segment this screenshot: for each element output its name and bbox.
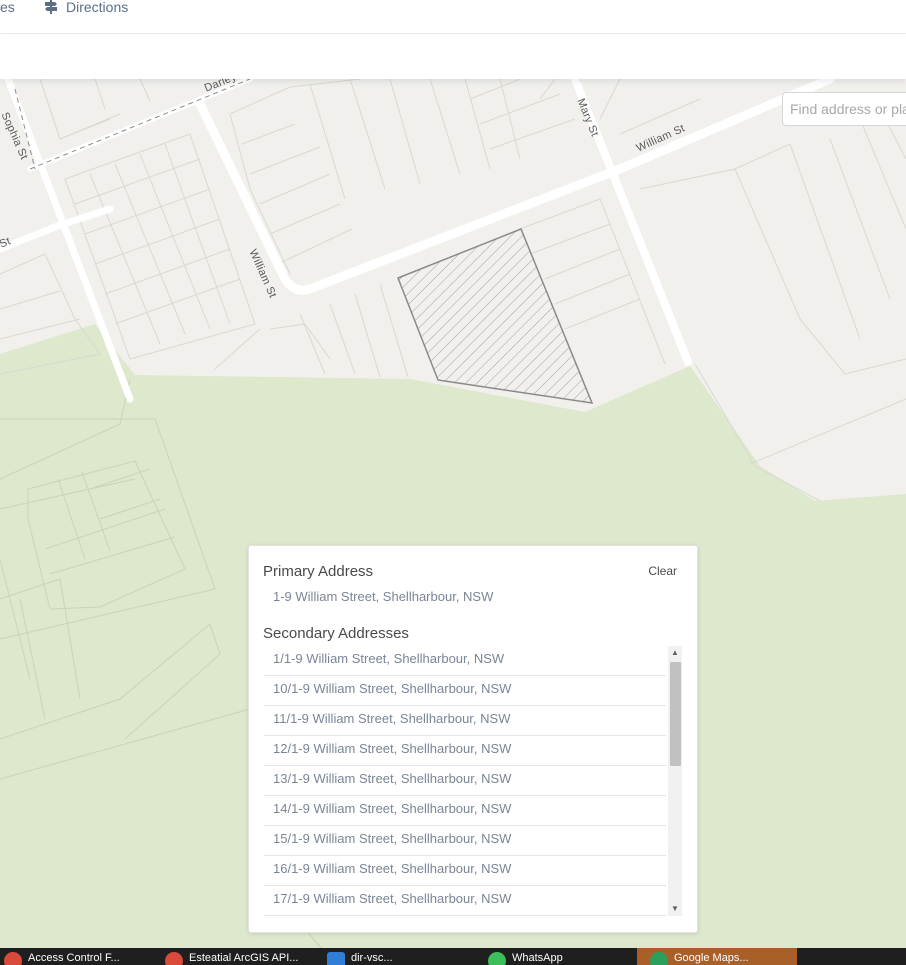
directions-link[interactable]: Directions (44, 0, 128, 14)
taskbar-item[interactable]: Access Control F... (4, 952, 120, 965)
scroll-up-arrow-icon[interactable]: ▲ (668, 646, 682, 660)
primary-address-value: 1-9 William Street, Shellharbour, NSW (273, 589, 494, 604)
clear-button[interactable]: Clear (648, 564, 677, 578)
taskbar-item[interactable]: dir-vsc... (327, 952, 393, 965)
primary-address-title: Primary Address (263, 563, 374, 580)
address-panel: Primary Address Clear 1-9 William Street… (248, 545, 698, 933)
list-item[interactable]: 12/1-9 William Street, Shellharbour, NSW (264, 736, 666, 766)
list-item[interactable]: 13/1-9 William Street, Shellharbour, NSW (264, 766, 666, 796)
top-navigation-bar: es Directions (0, 0, 906, 34)
taskbar-item[interactable]: WhatsApp (488, 952, 563, 965)
vscode-icon (327, 952, 345, 965)
list-item[interactable]: 1/1-9 William Street, Shellharbour, NSW (264, 646, 666, 676)
chrome-icon (165, 952, 183, 965)
directions-label: Directions (66, 0, 129, 15)
secondary-address-list-container: 1/1-9 William Street, Shellharbour, NSW … (264, 646, 684, 916)
list-item[interactable]: 11/1-9 William Street, Shellharbour, NSW (264, 706, 666, 736)
selected-parcel (397, 228, 594, 404)
maps-icon (650, 952, 668, 965)
list-item[interactable]: 10/1-9 William Street, Shellharbour, NSW (264, 676, 666, 706)
scroll-thumb[interactable] (670, 662, 681, 766)
list-item[interactable]: 16/1-9 William Street, Shellharbour, NSW (264, 856, 666, 886)
secondary-address-list: 1/1-9 William Street, Shellharbour, NSW … (264, 646, 666, 916)
address-search-input[interactable] (790, 93, 906, 125)
taskbar-item[interactable]: Esteatial ArcGIS API... (165, 952, 298, 965)
list-scrollbar[interactable]: ▲ ▼ (668, 646, 682, 916)
list-item[interactable]: 17/1-9 William Street, Shellharbour, NSW (264, 886, 666, 916)
chrome-icon (4, 952, 22, 965)
map-search-box (782, 92, 906, 126)
list-item[interactable]: 14/1-9 William Street, Shellharbour, NSW (264, 796, 666, 826)
taskbar-item[interactable]: Google Maps... (650, 952, 749, 965)
nav-tab-partial[interactable]: es (0, 0, 15, 14)
whatsapp-icon (488, 952, 506, 965)
signpost-icon (45, 0, 57, 14)
scroll-down-arrow-icon[interactable]: ▼ (668, 902, 682, 916)
list-item[interactable]: 15/1-9 William Street, Shellharbour, NSW (264, 826, 666, 856)
toolbar-strip (0, 34, 906, 79)
secondary-addresses-title: Secondary Addresses (263, 625, 409, 642)
os-taskbar: Access Control F... Esteatial ArcGIS API… (0, 948, 906, 965)
